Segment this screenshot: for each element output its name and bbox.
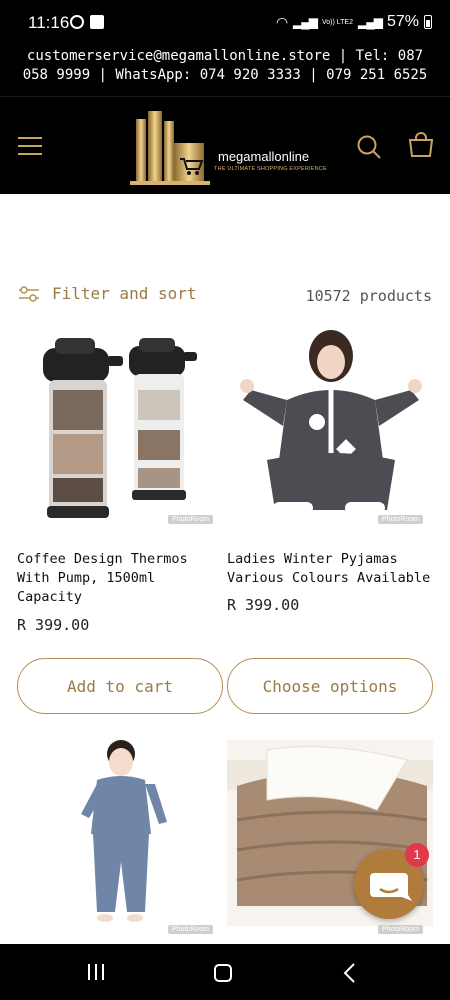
kids-pyjamas-image bbox=[81, 740, 167, 922]
product-card: PhotoRoom bbox=[17, 740, 223, 944]
photoroom-watermark: PhotoRoom bbox=[378, 925, 423, 934]
photoroom-watermark: PhotoRoom bbox=[168, 515, 213, 524]
filter-sliders-icon bbox=[19, 285, 39, 302]
site-header: megamallonline THE ULTIMATE SHOPPING EXP… bbox=[0, 96, 450, 194]
recent-apps-icon[interactable] bbox=[88, 964, 104, 980]
status-time: 11:16 bbox=[28, 13, 70, 32]
status-notification-icons bbox=[70, 15, 104, 29]
logo-tagline: THE ULTIMATE SHOPPING EXPERIENCE bbox=[214, 166, 327, 172]
battery-icon bbox=[424, 15, 432, 29]
product-image[interactable]: PhotoRoom bbox=[17, 330, 223, 530]
signal-2-icon: ▂▄▆ bbox=[358, 15, 383, 29]
status-bar: 11:16 ◠ ▂▄▆ Vo)) LTE2 ▂▄▆ 57% bbox=[0, 0, 450, 44]
logo-name: megamallonline bbox=[218, 149, 310, 164]
system-nav-bar bbox=[0, 944, 450, 1000]
add-to-cart-button[interactable]: Add to cart bbox=[17, 658, 223, 714]
photoroom-watermark: PhotoRoom bbox=[378, 515, 423, 524]
photoroom-watermark: PhotoRoom bbox=[168, 925, 213, 934]
logo-building-icon bbox=[130, 111, 210, 185]
product-title[interactable]: Ladies Winter Pyjamas Various Colours Av… bbox=[227, 550, 433, 588]
announcement-bar: customerservice@megamallonline.store | T… bbox=[0, 44, 450, 96]
volte-label: Vo)) LTE2 bbox=[322, 18, 353, 26]
filter-row: Filter and sort 10572 products bbox=[0, 284, 450, 310]
pyjamas-image bbox=[240, 330, 422, 514]
product-count: 10572 products bbox=[305, 287, 432, 305]
product-image[interactable]: PhotoRoom bbox=[17, 740, 223, 940]
choose-options-button[interactable]: Choose options bbox=[227, 658, 433, 714]
product-title[interactable]: Coffee Design Thermos With Pump, 1500ml … bbox=[17, 550, 223, 607]
wifi-icon: ◠ bbox=[275, 13, 289, 30]
back-icon[interactable] bbox=[342, 962, 356, 984]
status-indicators: ◠ ▂▄▆ Vo)) LTE2 ▂▄▆ 57% bbox=[276, 13, 432, 31]
product-card: PhotoRoom Coffee Design Thermos With Pum… bbox=[17, 330, 223, 715]
chat-notification-badge: 1 bbox=[405, 843, 429, 867]
product-price: R 399.00 bbox=[227, 596, 300, 614]
product-card: PhotoRoom Ladies Winter Pyjamas Various … bbox=[227, 330, 433, 715]
product-image[interactable]: PhotoRoom bbox=[227, 330, 433, 530]
hamburger-menu-icon[interactable] bbox=[18, 135, 42, 157]
collection-main: Filter and sort 10572 products PhotoRoom… bbox=[0, 194, 450, 944]
filter-and-sort-button[interactable]: Filter and sort bbox=[18, 284, 197, 303]
site-logo[interactable]: megamallonline THE ULTIMATE SHOPPING EXP… bbox=[130, 107, 330, 187]
signal-icon: ▂▄▆ bbox=[293, 15, 318, 29]
gallery-icon bbox=[90, 15, 104, 29]
sync-icon bbox=[70, 15, 84, 29]
home-icon[interactable] bbox=[214, 964, 232, 982]
search-icon[interactable] bbox=[356, 134, 382, 160]
thermos-image bbox=[43, 338, 197, 518]
product-price: R 399.00 bbox=[17, 616, 90, 634]
filter-label: Filter and sort bbox=[52, 284, 197, 303]
battery-percent: 57% bbox=[386, 13, 419, 30]
cart-icon[interactable] bbox=[408, 132, 434, 158]
